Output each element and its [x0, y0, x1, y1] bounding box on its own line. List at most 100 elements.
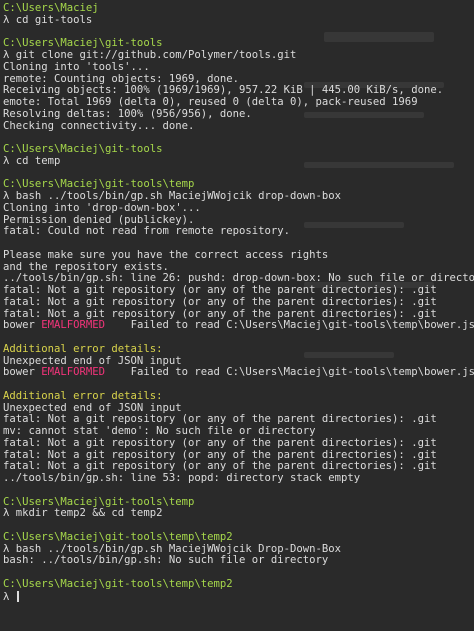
line-text: emote: Total 1969 (delta 0), reused 0 (d… [3, 97, 418, 108]
command-line: λ cd git-tools [3, 15, 474, 27]
bower-error-line: bower EMALFORMED Failed to read C:\Users… [3, 367, 474, 379]
line-text: Permission denied (publickey). [3, 214, 195, 226]
line-text: Receiving objects: 100% (1969/1969), 957… [3, 85, 444, 97]
output-line: fatal: Not a git repository (or any of t… [3, 285, 474, 297]
line-text: C:\Users\Maciej\git-tools\temp\temp2 [3, 531, 233, 543]
line-text: Additional error details: [3, 343, 163, 355]
warning-line: Additional error details: [3, 391, 474, 403]
warning-line: Additional error details: [3, 344, 474, 356]
text-cursor [16, 590, 19, 602]
error-message: Failed to read C:\Users\Maciej\git-tools… [105, 320, 474, 332]
line-text: Please make sure you have the correct ac… [3, 249, 329, 261]
line-text: λ bash ../tools/bin/gp.sh MaciejWWojcik … [3, 543, 342, 555]
output-line: Cloning into 'tools'... [3, 62, 474, 74]
line-text: fatal: Not a git repository (or any of t… [3, 437, 437, 449]
line-text: Additional error details: [3, 390, 163, 402]
output-line: bash: ../tools/bin/gp.sh: No such file o… [3, 555, 474, 567]
prompt-path: C:\Users\Maciej [3, 3, 474, 15]
prompt-path: C:\Users\Maciej\git-tools\temp\temp2 [3, 532, 474, 544]
input-line[interactable]: λ [3, 590, 474, 603]
line-text: fatal: Not a git repository (or any of t… [3, 296, 437, 308]
line-text: C:\Users\Maciej\git-tools [3, 38, 163, 50]
line-text: ../tools/bin/gp.sh: line 53: popd: direc… [3, 473, 361, 484]
line-text: fatal: Could not read from remote reposi… [3, 226, 291, 238]
output-line: Receiving objects: 100% (1969/1969), 957… [3, 85, 474, 97]
prompt-path: C:\Users\Maciej\git-tools\temp\temp2 [3, 579, 474, 591]
command-line: λ bash ../tools/bin/gp.sh MaciejWWojcik … [3, 191, 474, 203]
output-line: fatal: Not a git repository (or any of t… [3, 450, 474, 462]
line-text: Cloning into 'tools'... [3, 61, 150, 73]
line-text: λ git clone git://github.com/Polymer/too… [3, 50, 297, 61]
error-code: EMALFORMED [41, 367, 106, 379]
output-line: fatal: Not a git repository (or any of t… [3, 309, 474, 321]
line-text: λ [3, 590, 16, 603]
output-line: Checking connectivity... done. [3, 121, 474, 133]
line-text: λ cd git-tools [3, 14, 93, 26]
command-line: λ mkdir temp2 && cd temp2 [3, 508, 474, 520]
line-text: λ cd temp [3, 155, 61, 167]
line-text: mv: cannot stat 'demo': No such file or … [3, 426, 316, 437]
output-line: fatal: Not a git repository (or any of t… [3, 438, 474, 450]
line-text: C:\Users\Maciej\git-tools\temp\temp2 [3, 578, 233, 590]
line-text: C:\Users\Maciej\git-tools [3, 144, 163, 155]
prompt-path: C:\Users\Maciej\git-tools [3, 144, 474, 156]
output-line: mv: cannot stat 'demo': No such file or … [3, 426, 474, 438]
terminal-output: C:\Users\Maciej λ cd git-tools C:\Users\Ma… [3, 3, 474, 602]
bower-label: bower [3, 367, 42, 379]
output-line: ../tools/bin/gp.sh: line 53: popd: direc… [3, 473, 474, 485]
error-code: EMALFORMED [41, 320, 106, 332]
output-line: Permission denied (publickey). [3, 215, 474, 227]
error-message: Failed to read C:\Users\Maciej\git-tools… [105, 367, 474, 379]
line-text: fatal: Not a git repository (or any of t… [3, 449, 437, 461]
line-text: Unexpected end of JSON input [3, 402, 182, 414]
output-line: fatal: Not a git repository (or any of t… [3, 461, 474, 473]
line-text: λ mkdir temp2 && cd temp2 [3, 508, 163, 520]
line-text: C:\Users\Maciej\git-tools\temp [3, 179, 195, 191]
bower-error-line: bower EMALFORMED Failed to read C:\Users… [3, 320, 474, 332]
output-line: emote: Total 1969 (delta 0), reused 0 (d… [3, 97, 474, 109]
output-line: Unexpected end of JSON input [3, 403, 474, 415]
command-line: λ git clone git://github.com/Polymer/too… [3, 50, 474, 62]
prompt-path: C:\Users\Maciej\git-tools\temp [3, 497, 474, 509]
line-text: C:\Users\Maciej\git-tools\temp [3, 496, 195, 508]
line-text: Unexpected end of JSON input [3, 355, 182, 367]
line-text: fatal: Not a git repository (or any of t… [3, 308, 437, 320]
line-text: Checking connectivity... done. [3, 120, 195, 132]
output-line: fatal: Not a git repository (or any of t… [3, 414, 474, 426]
command-line: λ cd temp [3, 156, 474, 168]
line-text: Cloning into 'drop-down-box'... [3, 202, 201, 214]
line-text: fatal: Not a git repository (or any of t… [3, 285, 437, 296]
output-line: Resolving deltas: 100% (956/956), done. [3, 109, 474, 121]
line-text: ../tools/bin/gp.sh: line 26: pushd: drop… [3, 273, 474, 285]
output-line: ../tools/bin/gp.sh: line 26: pushd: drop… [3, 273, 474, 285]
output-line: Please make sure you have the correct ac… [3, 250, 474, 262]
terminal-window[interactable]: C:\Users\Maciej λ cd git-tools C:\Users\Ma… [0, 0, 474, 631]
line-text: and the repository exists. [3, 261, 169, 273]
command-line: λ bash ../tools/bin/gp.sh MaciejWWojcik … [3, 544, 474, 556]
line-text: fatal: Not a git repository (or any of t… [3, 414, 437, 426]
prompt-path: C:\Users\Maciej\git-tools [3, 38, 474, 50]
line-text: Resolving deltas: 100% (956/956), done. [3, 108, 252, 120]
output-line: Unexpected end of JSON input [3, 356, 474, 368]
line-text: fatal: Not a git repository (or any of t… [3, 461, 437, 473]
line-text: bash: ../tools/bin/gp.sh: No such file o… [3, 555, 329, 567]
line-text: remote: Counting objects: 1969, done. [3, 73, 239, 85]
output-line: and the repository exists. [3, 262, 474, 274]
output-line: remote: Counting objects: 1969, done. [3, 74, 474, 86]
bower-label: bower [3, 320, 42, 332]
output-line: Cloning into 'drop-down-box'... [3, 203, 474, 215]
output-line: fatal: Could not read from remote reposi… [3, 226, 474, 238]
output-line: fatal: Not a git repository (or any of t… [3, 297, 474, 309]
prompt-path: C:\Users\Maciej\git-tools\temp [3, 179, 474, 191]
line-text: λ bash ../tools/bin/gp.sh MaciejWWojcik … [3, 191, 342, 202]
line-text: C:\Users\Maciej [3, 3, 99, 14]
